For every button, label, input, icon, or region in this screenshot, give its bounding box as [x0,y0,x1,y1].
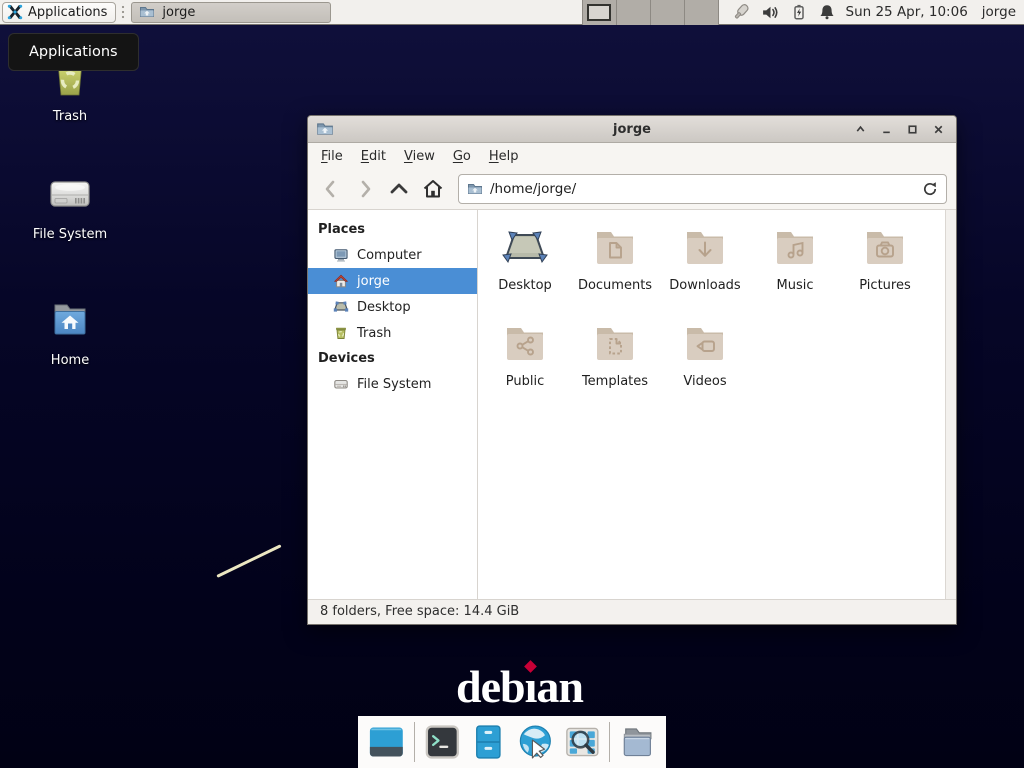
drive-icon [46,170,94,218]
sidebar-places-header: Places [308,217,477,242]
sidebar-item-label: Computer [357,248,422,263]
debian-logo: debıan [456,660,583,713]
file-manager-window: jorge File Edit View Go Help [307,115,957,625]
recent-folder-icon[interactable] [618,722,657,762]
pen-icon[interactable] [731,2,751,22]
file-manager-icon[interactable] [469,722,508,762]
xfce-applications-icon [7,4,23,20]
home-folder-icon [46,296,94,344]
workspace-1[interactable] [583,0,617,25]
sidebar-item-jorge[interactable]: jorge [308,268,477,294]
taskbar-window-label: jorge [162,5,195,20]
dock [358,716,666,768]
up-button[interactable] [384,175,414,203]
folder-downloads-icon [681,224,729,272]
sidebar-item-desktop[interactable]: Desktop [308,294,477,320]
maximize-button[interactable] [902,119,922,139]
minimize-button[interactable] [876,119,896,139]
desktop-icon [333,299,349,315]
folder-item-documents[interactable]: Documents [570,224,660,320]
menu-edit[interactable]: Edit [352,144,395,169]
sidebar: Places Computer jorge [308,210,478,599]
forward-button[interactable] [350,175,380,203]
vertical-scrollbar[interactable] [945,210,956,599]
folder-item-music[interactable]: Music [750,224,840,320]
folder-item-pictures[interactable]: Pictures [840,224,930,320]
dock-separator [609,722,610,762]
folder-item-public[interactable]: Public [480,320,570,416]
sidebar-item-computer[interactable]: Computer [308,242,477,268]
desktop-icon-label: Home [15,353,125,368]
folder-public-icon [501,320,549,368]
drive-icon [333,376,349,392]
panel-handle[interactable] [119,3,127,21]
statusbar: 8 folders, Free space: 14.4 GiB [308,599,956,624]
toolbar: /home/jorge/ [308,169,956,209]
folder-icon [139,4,155,20]
panel-username[interactable]: jorge [982,4,1016,20]
volume-icon[interactable] [761,3,780,22]
window-titlebar[interactable]: jorge [308,116,956,143]
desktop-surface-icon [501,224,549,272]
desktop-artifact-line [216,544,281,578]
desktop-icon-label: File System [15,227,125,242]
menu-file[interactable]: File [312,144,352,169]
back-button[interactable] [316,175,346,203]
menu-view[interactable]: View [395,144,444,169]
close-button[interactable] [928,119,948,139]
folder-view: Desktop Documents [478,210,956,599]
menu-go[interactable]: Go [444,144,480,169]
folder-templates-icon [591,320,639,368]
path-folder-icon [467,181,483,197]
show-desktop-icon[interactable] [367,722,406,762]
folder-documents-icon [591,224,639,272]
reload-icon[interactable] [922,181,938,197]
home-button[interactable] [418,175,448,203]
notifications-bell-icon[interactable] [818,3,836,21]
menubar: File Edit View Go Help [308,143,956,169]
sidebar-item-label: jorge [357,274,390,289]
workspace-window-preview [587,4,611,21]
folder-item-desktop[interactable]: Desktop [480,224,570,320]
sidebar-item-trash[interactable]: Trash [308,320,477,346]
location-input[interactable]: /home/jorge/ [490,181,922,197]
application-finder-icon[interactable] [563,722,602,762]
folder-item-downloads[interactable]: Downloads [660,224,750,320]
dock-separator [414,722,415,762]
applications-menu-label: Applications [28,5,107,20]
window-folder-icon [316,120,334,138]
sidebar-devices-header: Devices [308,346,477,371]
desktop-icon-label: Trash [15,109,125,124]
terminal-icon[interactable] [423,722,462,762]
folder-item-videos[interactable]: Videos [660,320,750,416]
workspace-2[interactable] [617,0,651,25]
location-bar[interactable]: /home/jorge/ [458,174,947,204]
web-browser-icon[interactable] [516,722,555,762]
panel-clock[interactable]: Sun 25 Apr, 10:06 [846,4,968,20]
sidebar-item-label: Trash [357,326,391,341]
taskbar-window-button[interactable]: jorge [131,2,331,23]
workspace-3[interactable] [651,0,685,25]
sidebar-item-label: Desktop [357,300,411,315]
sidebar-item-label: File System [357,377,431,392]
sidebar-item-file-system[interactable]: File System [308,371,477,397]
top-panel: Applications jorge [0,0,1024,25]
workspace-switcher [582,0,719,25]
folder-music-icon [771,224,819,272]
computer-icon [333,247,349,263]
applications-menu-button[interactable]: Applications [2,2,116,23]
menu-help[interactable]: Help [480,144,528,169]
home-icon [333,273,349,289]
desktop-icon-home[interactable]: Home [15,296,125,368]
folder-pictures-icon [861,224,909,272]
shade-button[interactable] [850,119,870,139]
battery-icon[interactable] [790,3,808,21]
trash-icon [333,325,349,341]
workspace-4[interactable] [685,0,719,25]
desktop-icon-file-system[interactable]: File System [15,170,125,242]
folder-item-templates[interactable]: Templates [570,320,660,416]
applications-tooltip: Applications [8,33,139,71]
system-tray [731,2,836,22]
folder-videos-icon [681,320,729,368]
